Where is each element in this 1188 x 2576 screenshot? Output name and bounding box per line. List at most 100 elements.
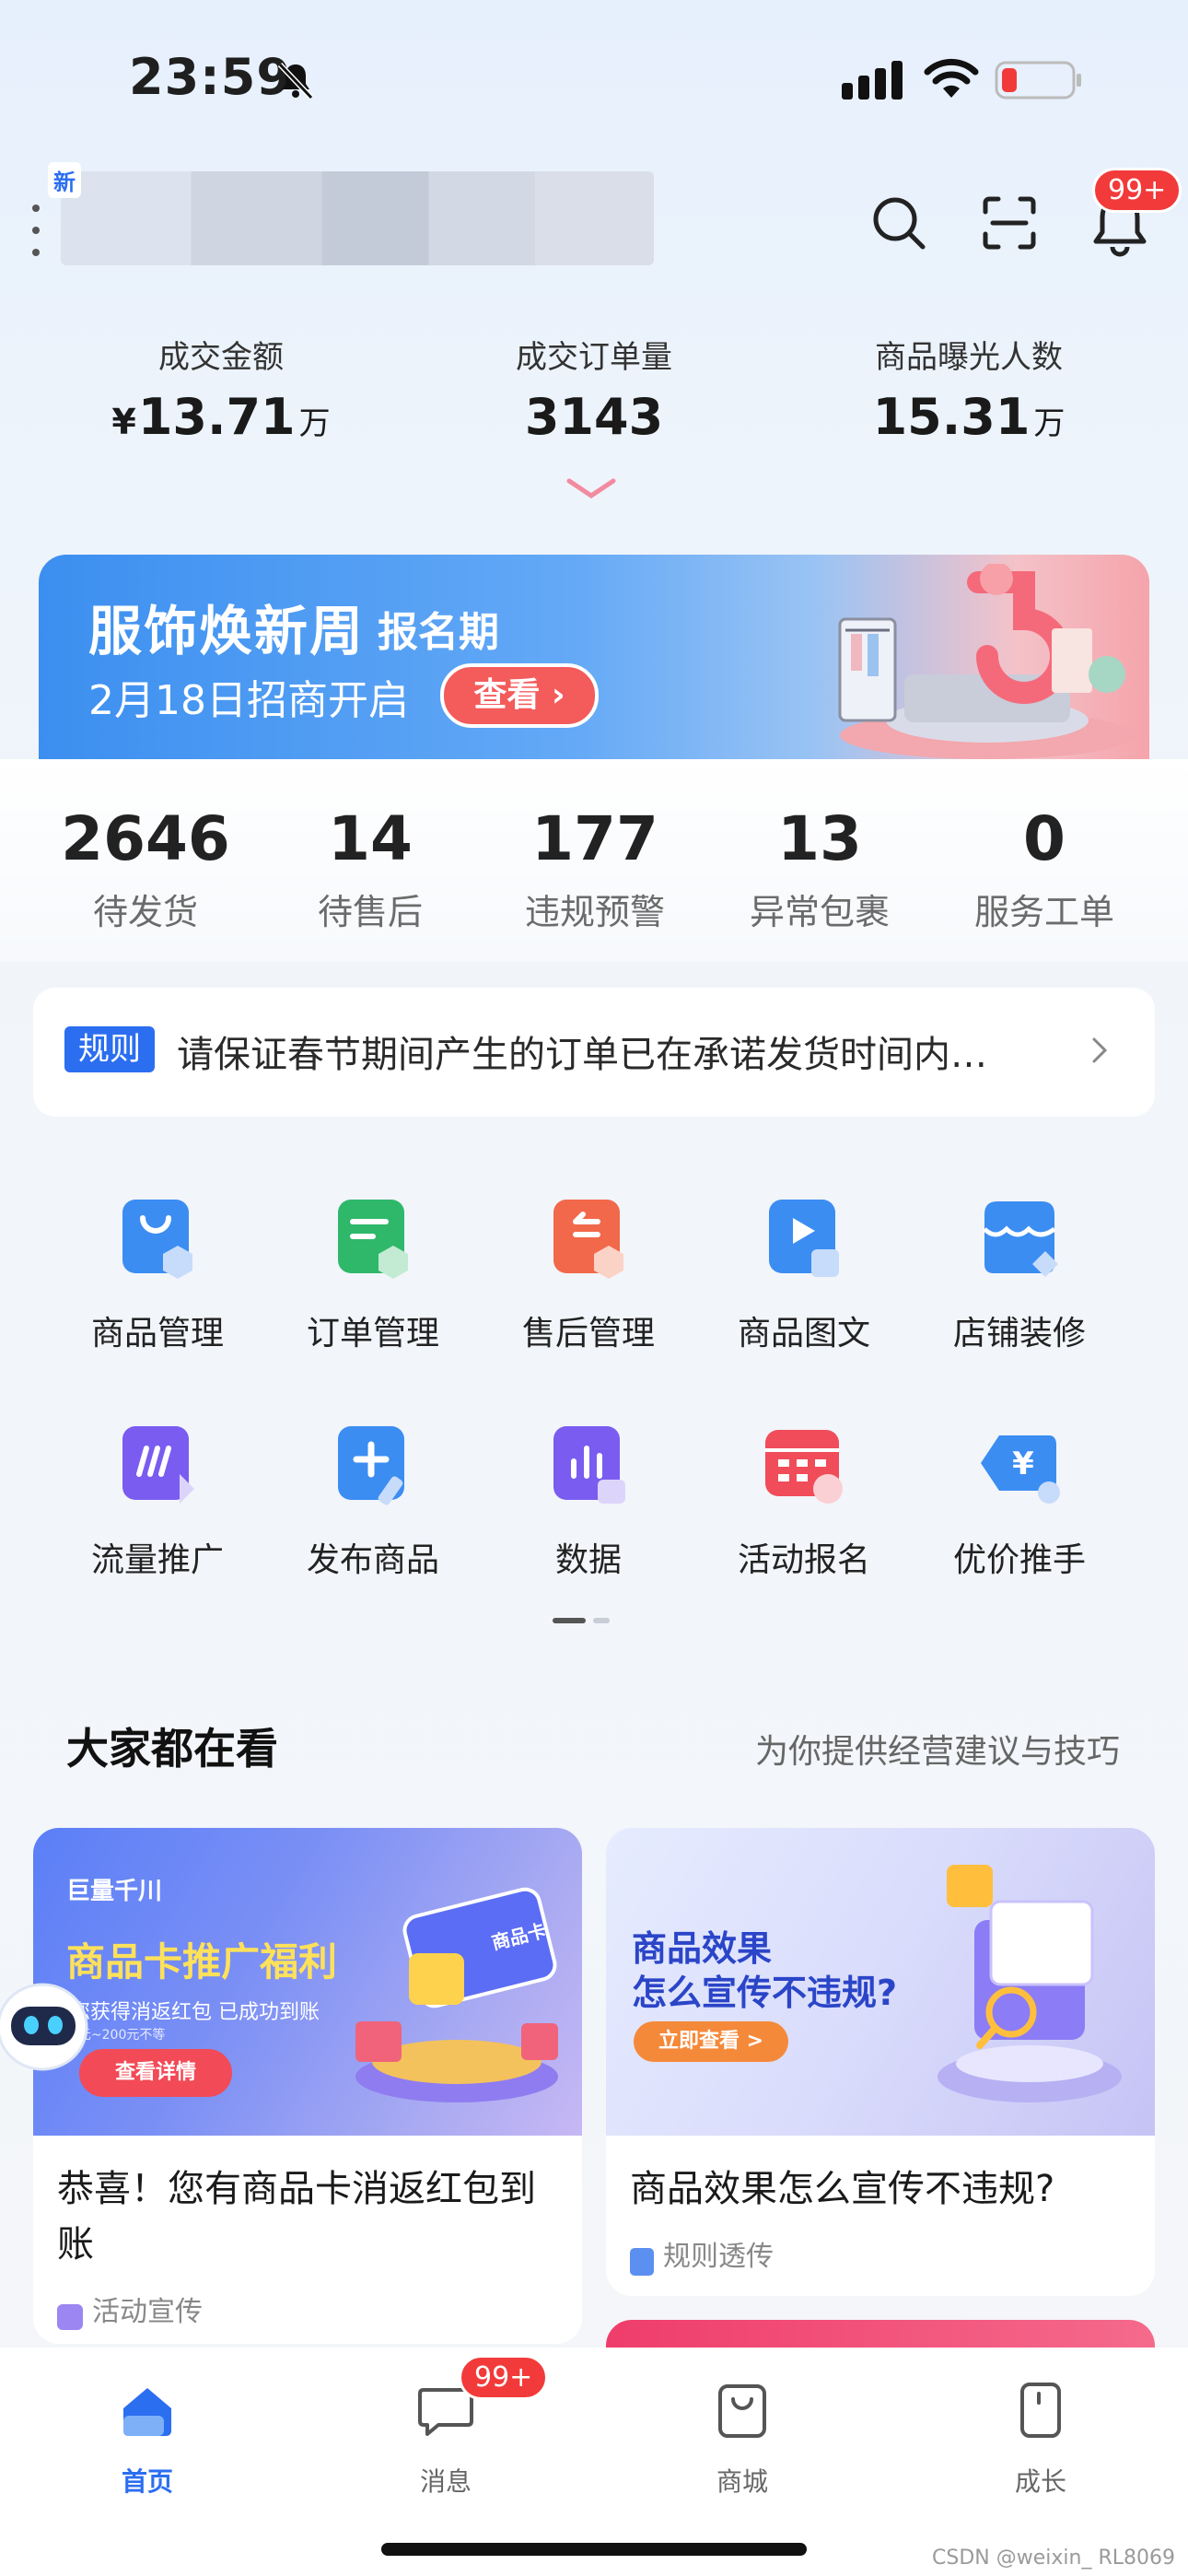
card-subline: 您获得消返红包 已成功到账 [70, 2001, 320, 2024]
assistant-robot-icon[interactable] [0, 1972, 96, 2078]
stat-pending-shipment[interactable]: 2646 待发货 [33, 803, 258, 934]
tool-aftersale-management[interactable]: 售后管理 [481, 1194, 696, 1354]
activity-tag-icon [57, 2303, 83, 2330]
tool-label: 订单管理 [306, 1315, 439, 1352]
tab-home[interactable]: 首页 [55, 2381, 239, 2499]
chart-icon [553, 1426, 625, 1504]
tool-publish-product[interactable]: 发布商品 [265, 1421, 481, 1581]
section-title: 大家都在看 [66, 1724, 278, 1774]
tab-label: 商城 [716, 2466, 768, 2497]
stat-count: 14 [328, 803, 413, 874]
stat-label: 违规预警 [524, 892, 665, 932]
metric-orders[interactable]: 成交订单量 3143 [456, 332, 732, 446]
tab-mall[interactable]: 商城 [650, 2381, 834, 2499]
stat-violation-warning[interactable]: 177 违规预警 [483, 803, 707, 934]
card-detail-button[interactable]: 查看详情 [79, 2049, 232, 2097]
banner-subtitle: 报名期 [378, 609, 499, 656]
card-tag: 活动宣传 [57, 2289, 203, 2330]
price-tag-icon: ¥ [981, 1435, 1060, 1504]
signal-icon [842, 61, 903, 100]
card-title: 恭喜！您有商品卡消返红包到账 [57, 2168, 536, 2266]
card-title: 商品效果怎么宣传不违规? [630, 2168, 1055, 2210]
metric-label: 商品曝光人数 [875, 339, 1063, 376]
order-icon [338, 1200, 408, 1279]
tab-label: 成长 [1014, 2466, 1066, 2497]
tool-product-management[interactable]: 商品管理 [50, 1194, 265, 1354]
tool-label: 数据 [554, 1541, 622, 1579]
watermark: CSDN @weixin_ RL8069 [932, 2547, 1175, 2570]
page-indicator [553, 1618, 610, 1623]
tool-price-promoter[interactable]: ¥ 优价推手 [912, 1421, 1127, 1581]
return-icon [553, 1200, 623, 1279]
plus-icon [338, 1426, 404, 1505]
chevron-right-icon [1092, 1037, 1108, 1063]
card-cover: 巨量千川 商品卡推广福利 您获得消返红包 已成功到账 0元~200元不等 查看详… [33, 1828, 582, 2136]
store-tag: 新 [48, 162, 81, 198]
gift-card-illustration: 商品卡 [355, 1887, 558, 2102]
store-name-blurred[interactable] [61, 171, 654, 265]
tool-activity-signup[interactable]: 活动报名 [696, 1421, 912, 1581]
stat-count: 2646 [61, 803, 230, 874]
home-indicator[interactable] [381, 2543, 807, 2556]
stat-pending-aftersale[interactable]: 14 待售后 [258, 803, 483, 934]
tool-product-media[interactable]: 商品图文 [696, 1194, 912, 1354]
tab-label: 消息 [419, 2466, 472, 2497]
svg-text:¥: ¥ [1012, 1446, 1034, 1482]
article-card[interactable]: 商品效果 怎么宣传不违规? 立即查看 > 商品效果怎么宣传不违规? 规则透传 [606, 1828, 1155, 2296]
tool-traffic-promotion[interactable]: 流量推广 [50, 1421, 265, 1581]
card-headline: 商品效果 [632, 1928, 773, 1969]
tool-label: 店铺装修 [952, 1315, 1086, 1352]
tool-label: 优价推手 [952, 1541, 1086, 1579]
stat-count: 177 [531, 803, 658, 874]
card-tag: 规则透传 [630, 2233, 774, 2276]
notification-badge: 99+ [1092, 168, 1182, 213]
home-icon [123, 2388, 171, 2436]
stat-label: 待发货 [92, 892, 198, 932]
scan-icon[interactable] [980, 193, 1039, 252]
storefront-icon [983, 1201, 1058, 1277]
article-card[interactable]: 巨量千川 商品卡推广福利 您获得消返红包 已成功到账 0元~200元不等 查看详… [33, 1828, 582, 2344]
chevron-down-icon[interactable] [565, 477, 617, 501]
stat-abnormal-package[interactable]: 13 异常包裹 [707, 803, 932, 934]
document-icon [630, 2247, 654, 2276]
shopping-bag-icon [718, 2384, 766, 2438]
banner-date: 2月18日招商开启 [88, 677, 409, 724]
fashion-stage-illustration [838, 564, 1135, 759]
bottom-tab-bar: 首页 消息 商城 成长 [0, 2348, 1188, 2576]
bell-off-icon [277, 62, 314, 100]
tool-label: 发布商品 [306, 1541, 439, 1579]
tool-store-decoration[interactable]: 店铺装修 [912, 1194, 1127, 1354]
card-headline: 商品卡推广福利 [66, 1939, 338, 1985]
card-brand: 巨量千川 [66, 1878, 163, 1905]
stat-count: 13 [777, 803, 862, 874]
status-time: 23:59 [129, 48, 292, 106]
search-icon[interactable] [869, 193, 928, 252]
folder-magnifier-illustration [938, 1865, 1122, 2102]
banner-view-button[interactable]: 查看 › [440, 663, 599, 728]
metric-exposure[interactable]: 商品曝光人数 15.31 万 [831, 332, 1107, 446]
metric-label: 成交金额 [158, 339, 284, 376]
calendar-icon [765, 1430, 843, 1504]
notice-text: 请保证春节期间产生的订单已在承诺发货时间内… [177, 1034, 987, 1076]
stat-service-ticket[interactable]: 0 服务工单 [932, 803, 1157, 934]
wifi-icon [924, 58, 979, 98]
tool-label: 售后管理 [521, 1315, 655, 1352]
tool-label: 商品管理 [90, 1315, 224, 1352]
notice-tag: 规则 [64, 1026, 155, 1072]
promo-banner[interactable]: 服饰焕新周 报名期 2月18日招商开启 查看 › [39, 555, 1149, 759]
battery-icon [995, 61, 1081, 100]
metric-gmv[interactable]: 成交金额 ¥13.71 万 [83, 332, 359, 446]
tab-label: 首页 [121, 2466, 173, 2497]
card-cover: 商品效果 怎么宣传不违规? 立即查看 > [606, 1828, 1155, 2136]
rule-notice[interactable]: 规则 请保证春节期间产生的订单已在承诺发货时间内… [33, 988, 1155, 1117]
tool-data[interactable]: 数据 [481, 1421, 696, 1581]
metric-value: 3143 [524, 388, 664, 446]
card-view-now-button[interactable]: 立即查看 > [634, 2021, 788, 2062]
tool-order-management[interactable]: 订单管理 [265, 1194, 481, 1354]
phone-icon [1020, 2383, 1061, 2438]
tab-growth[interactable]: 成长 [949, 2381, 1133, 2499]
stat-label: 服务工单 [973, 892, 1114, 932]
tool-label: 活动报名 [737, 1541, 870, 1579]
card-headline-2: 怎么宣传不违规? [632, 1973, 898, 2013]
menu-dots-icon[interactable] [31, 203, 41, 258]
